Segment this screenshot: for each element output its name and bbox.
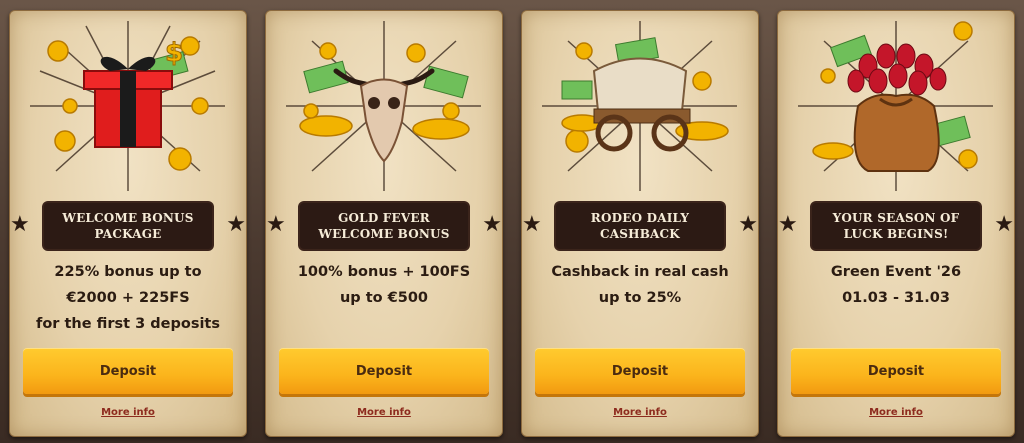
more-info-link[interactable]: More info: [522, 407, 758, 418]
covered-wagon-coins-icon: [522, 11, 758, 201]
card-title-banner: YOUR SEASON OF LUCK BEGINS!: [812, 203, 980, 249]
card-description: Cashback in real cash up to 25%: [522, 259, 758, 311]
card-title-row: ★ GOLD FEVER WELCOME BONUS ★: [266, 203, 502, 251]
star-icon: ★: [994, 212, 1014, 237]
promo-card-gold-fever: ★ GOLD FEVER WELCOME BONUS ★ 100% bonus …: [265, 10, 503, 437]
desc-line: €2000 + 225FS: [66, 290, 190, 306]
desc-line: for the first 3 deposits: [36, 316, 220, 332]
desc-line: 225% bonus up to: [54, 264, 202, 280]
tulip-money-bag-icon: [778, 11, 1014, 201]
deposit-button[interactable]: Deposit: [279, 348, 489, 394]
bull-skull-coins-icon: [266, 11, 502, 201]
star-icon: ★: [482, 212, 502, 237]
deposit-button[interactable]: Deposit: [791, 348, 1001, 394]
star-icon: ★: [522, 212, 542, 237]
promotions-grid: $ ★ WELCOME BONUS PACKAGE ★ 225% bonus u…: [0, 0, 1024, 443]
desc-line: Cashback in real cash: [551, 264, 729, 280]
promo-card-green-event: ★ YOUR SEASON OF LUCK BEGINS! ★ Green Ev…: [777, 10, 1015, 437]
star-icon: ★: [226, 212, 246, 237]
svg-text:$: $: [165, 38, 183, 68]
card-description: 100% bonus + 100FS up to €500: [266, 259, 502, 311]
card-title-row: ★ WELCOME BONUS PACKAGE ★: [10, 203, 246, 251]
card-title-banner: RODEO DAILY CASHBACK: [556, 203, 724, 249]
desc-line: 100% bonus + 100FS: [297, 264, 471, 280]
card-title-row: ★ RODEO DAILY CASHBACK ★: [522, 203, 758, 251]
desc-line: 01.03 - 31.03: [842, 290, 950, 306]
star-icon: ★: [266, 212, 286, 237]
deposit-button[interactable]: Deposit: [23, 348, 233, 394]
promo-card-welcome-bonus: $ ★ WELCOME BONUS PACKAGE ★ 225% bonus u…: [9, 10, 247, 437]
card-title-row: ★ YOUR SEASON OF LUCK BEGINS! ★: [778, 203, 1014, 251]
desc-line: Green Event '26: [830, 264, 962, 280]
promo-card-rodeo-cashback: ★ RODEO DAILY CASHBACK ★ Cashback in rea…: [521, 10, 759, 437]
star-icon: ★: [10, 212, 30, 237]
more-info-link[interactable]: More info: [266, 407, 502, 418]
card-title-banner: WELCOME BONUS PACKAGE: [44, 203, 212, 249]
card-description: Green Event '26 01.03 - 31.03: [778, 259, 1014, 311]
star-icon: ★: [778, 212, 798, 237]
card-title-banner: GOLD FEVER WELCOME BONUS: [300, 203, 468, 249]
star-icon: ★: [738, 212, 758, 237]
desc-line: up to 25%: [598, 290, 682, 306]
card-description: 225% bonus up to €2000 + 225FS for the f…: [10, 259, 246, 337]
more-info-link[interactable]: More info: [778, 407, 1014, 418]
more-info-link[interactable]: More info: [10, 407, 246, 418]
deposit-button[interactable]: Deposit: [535, 348, 745, 394]
desc-line: up to €500: [339, 290, 429, 306]
gift-box-coins-icon: $: [10, 11, 246, 201]
